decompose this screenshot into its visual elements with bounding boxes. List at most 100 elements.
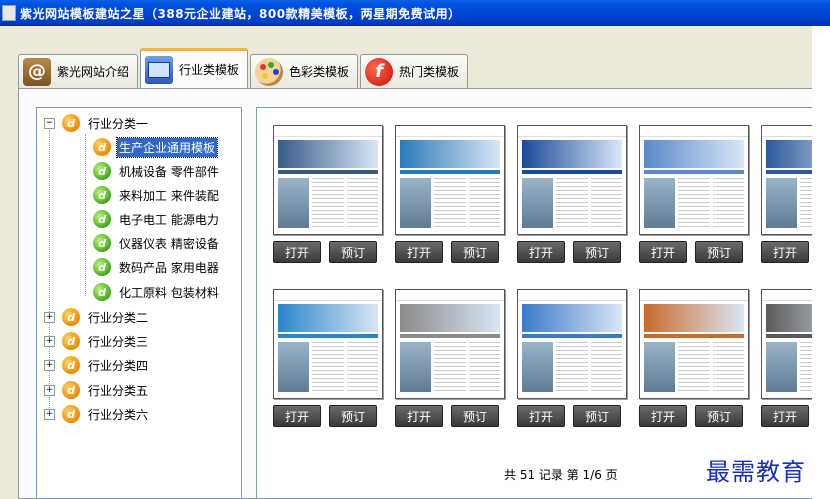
open-button[interactable]: 打开 [517, 405, 565, 427]
template-icon: d [93, 258, 111, 276]
template-card: 打开预订 [395, 289, 507, 427]
tree-leaf[interactable]: d 来料加工 来件装配 [93, 184, 221, 206]
template-gallery: 打开预订打开预订打开预订打开预订打开预订打开预订打开预订打开预订打开预订打开预订 [256, 107, 812, 499]
pagination-info: 共 51 记录 第 1/6 页 [504, 468, 618, 482]
tab-industry-templates[interactable]: 行业类模板 [140, 48, 249, 88]
template-card: 打开预订 [639, 289, 751, 427]
tab-strip: @ 紫光网站介绍 行业类模板 色彩类模板 f 热门类模板 [18, 48, 470, 88]
tree-node-category-3[interactable]: + d 行业分类三 [44, 330, 150, 352]
order-button[interactable]: 预订 [695, 241, 743, 263]
tab-hot-templates[interactable]: f 热门类模板 [360, 54, 469, 88]
order-button[interactable]: 预订 [573, 405, 621, 427]
template-icon: d [93, 138, 111, 156]
open-button[interactable]: 打开 [639, 405, 687, 427]
tree-leaf[interactable]: d 数码产品 家用电器 [93, 256, 221, 278]
template-thumbnail[interactable] [273, 289, 383, 399]
tree-leaf[interactable]: d 电子电工 能源电力 [93, 208, 221, 230]
template-icon: d [93, 186, 111, 204]
expand-icon[interactable]: + [44, 359, 55, 371]
collapse-icon[interactable]: − [44, 117, 55, 129]
order-button[interactable]: 预订 [329, 405, 377, 427]
template-icon: d [93, 234, 111, 252]
template-thumbnail[interactable] [395, 289, 505, 399]
tree-leaf-label: 生产企业通用模板 [115, 136, 219, 158]
expand-icon[interactable]: + [44, 335, 55, 347]
title-bar: 紫光网站模板建站之星（388元企业建站，800款精美模板，两星期免费试用） [0, 0, 830, 26]
tab-label: 行业类模板 [179, 63, 240, 77]
expand-icon[interactable]: + [44, 384, 55, 396]
category-tree: − d 行业分类一 d 生产企业通用模板 d 机械设备 零件部件 d 来料加工 … [36, 107, 242, 499]
folder-icon: d [62, 405, 80, 423]
tree-node-label: 行业分类六 [88, 407, 149, 422]
tree-node-label: 行业分类一 [88, 116, 149, 131]
right-edge [812, 26, 830, 499]
tree-line [85, 134, 86, 296]
folder-icon: d [62, 356, 80, 374]
expand-icon[interactable]: + [44, 408, 55, 420]
folder-icon: d [62, 332, 80, 350]
open-button[interactable]: 打开 [395, 405, 443, 427]
template-card: 打开预订 [517, 125, 629, 263]
template-thumbnail[interactable] [395, 125, 505, 235]
tree-leaf-label: 来料加工 来件装配 [119, 188, 219, 203]
tree-node-category-4[interactable]: + d 行业分类四 [44, 354, 150, 376]
open-button[interactable]: 打开 [761, 241, 809, 263]
open-button[interactable]: 打开 [517, 241, 565, 263]
monitor-icon [145, 55, 174, 84]
tree-leaf-label: 仪器仪表 精密设备 [119, 236, 219, 251]
tree-node-label: 行业分类三 [88, 334, 149, 349]
template-card: 打开预订 [761, 125, 812, 263]
template-thumbnail[interactable] [761, 125, 812, 235]
template-thumbnail[interactable] [761, 289, 812, 399]
window-title: 紫光网站模板建站之星（388元企业建站，800款精美模板，两星期免费试用） [20, 6, 461, 21]
tree-leaf-label: 电子电工 能源电力 [119, 212, 219, 227]
template-card: 打开预订 [273, 125, 385, 263]
order-button[interactable]: 预订 [451, 405, 499, 427]
tree-leaf[interactable]: d 生产企业通用模板 [93, 136, 219, 158]
order-button[interactable]: 预订 [329, 241, 377, 263]
tree-node-category-6[interactable]: + d 行业分类六 [44, 403, 150, 425]
template-card: 打开预订 [639, 125, 751, 263]
tab-label: 紫光网站介绍 [57, 65, 130, 79]
template-icon: d [93, 162, 111, 180]
order-button[interactable]: 预订 [451, 241, 499, 263]
template-thumbnail[interactable] [517, 125, 627, 235]
tree-node-category-5[interactable]: + d 行业分类五 [44, 379, 150, 401]
tree-leaf-label: 化工原料 包装材料 [119, 285, 219, 300]
tab-intro[interactable]: @ 紫光网站介绍 [18, 54, 139, 88]
at-sign-icon: @ [23, 57, 51, 86]
tree-leaf[interactable]: d 机械设备 零件部件 [93, 160, 221, 182]
folder-icon: d [62, 308, 80, 326]
tree-node-category-1[interactable]: − d 行业分类一 [44, 112, 150, 134]
template-card: 打开预订 [517, 289, 629, 427]
watermark: 最需教育 [706, 458, 806, 486]
order-button[interactable]: 预订 [695, 405, 743, 427]
folder-icon: d [62, 114, 80, 132]
open-button[interactable]: 打开 [639, 241, 687, 263]
tree-node-label: 行业分类四 [88, 358, 149, 373]
tree-node-category-2[interactable]: + d 行业分类二 [44, 306, 150, 328]
open-button[interactable]: 打开 [395, 241, 443, 263]
tree-node-label: 行业分类二 [88, 310, 149, 325]
tree-leaf[interactable]: d 化工原料 包装材料 [93, 281, 221, 303]
tree-leaf[interactable]: d 仪器仪表 精密设备 [93, 232, 221, 254]
template-card: 打开预订 [395, 125, 507, 263]
template-thumbnail[interactable] [639, 125, 749, 235]
open-button[interactable]: 打开 [273, 405, 321, 427]
order-button[interactable]: 预订 [573, 241, 621, 263]
expand-icon[interactable]: + [44, 311, 55, 323]
tree-leaf-label: 数码产品 家用电器 [119, 260, 219, 275]
open-button[interactable]: 打开 [761, 405, 809, 427]
folder-icon: d [62, 381, 80, 399]
template-icon: d [93, 283, 111, 301]
template-thumbnail[interactable] [639, 289, 749, 399]
flash-icon: f [365, 57, 394, 86]
palette-icon [255, 57, 284, 86]
tab-color-templates[interactable]: 色彩类模板 [250, 54, 359, 88]
tab-label: 色彩类模板 [289, 65, 350, 79]
template-card: 打开预订 [273, 289, 385, 427]
open-button[interactable]: 打开 [273, 241, 321, 263]
tree-leaf-label: 机械设备 零件部件 [119, 164, 219, 179]
template-thumbnail[interactable] [273, 125, 383, 235]
template-thumbnail[interactable] [517, 289, 627, 399]
